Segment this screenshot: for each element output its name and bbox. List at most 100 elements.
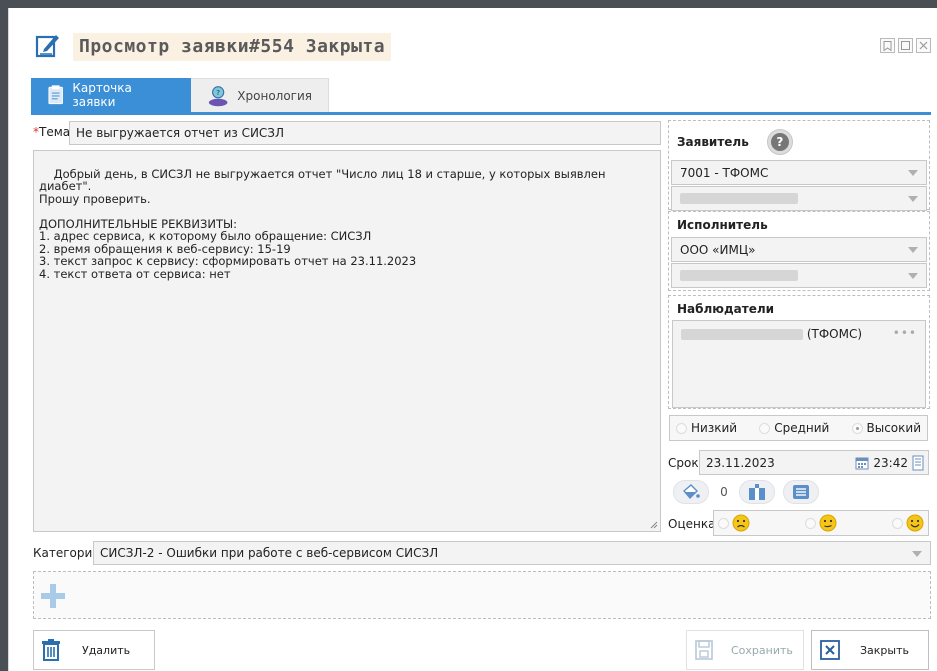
paint-bucket-icon bbox=[683, 484, 700, 500]
trash-icon bbox=[42, 639, 60, 661]
parcel-icon bbox=[749, 484, 765, 500]
paint-bucket-button[interactable] bbox=[673, 480, 709, 504]
bookmark-icon bbox=[883, 40, 892, 51]
save-label: Сохранить bbox=[731, 643, 793, 657]
save-button[interactable]: Сохранить bbox=[686, 630, 804, 670]
close-label: Закрыть bbox=[860, 643, 909, 657]
executor-org-select[interactable]: ООО «ИМЦ» bbox=[671, 237, 927, 262]
category-label: Категория bbox=[33, 546, 100, 560]
close-button[interactable]: Закрыть bbox=[811, 630, 929, 670]
applicant-org-select[interactable]: 7001 - ТФОМС bbox=[671, 160, 927, 185]
maximize-icon bbox=[901, 41, 910, 50]
action-icons-row: 0 bbox=[673, 480, 819, 504]
observer-org: (ТФОМС) bbox=[806, 327, 863, 341]
tab-underline bbox=[31, 112, 931, 115]
add-attachment-icon[interactable] bbox=[39, 582, 67, 610]
tab-chronology[interactable]: ? Хронология bbox=[191, 78, 329, 112]
attachments-area bbox=[33, 571, 931, 619]
title-bar: Просмотр заявки#554 Закрыта bbox=[9, 8, 937, 78]
more-options-icon[interactable]: ••• bbox=[893, 326, 917, 340]
chevron-down-icon bbox=[912, 551, 922, 557]
happy-face-icon bbox=[906, 514, 924, 532]
radio-icon bbox=[759, 422, 771, 434]
window-title: Просмотр заявки#554 Закрыта bbox=[73, 33, 392, 61]
request-window: Просмотр заявки#554 Закрыта Карточка зая… bbox=[8, 8, 937, 671]
save-icon bbox=[695, 640, 713, 660]
applicant-title: Заявитель bbox=[677, 135, 749, 149]
applicant-person-select[interactable] bbox=[671, 186, 927, 211]
priority-medium-radio[interactable]: Средний bbox=[759, 421, 829, 435]
deadline-time-group: 23:42 bbox=[855, 455, 924, 471]
priority-low-radio[interactable]: Низкий bbox=[676, 421, 737, 435]
observers-header: Наблюдатели bbox=[669, 296, 929, 318]
executor-person-select[interactable] bbox=[671, 263, 927, 288]
rating-neutral-radio[interactable] bbox=[805, 514, 837, 532]
rating-bad-radio[interactable] bbox=[718, 514, 750, 532]
deadline-field[interactable]: 23.11.2023 23:42 bbox=[699, 450, 929, 475]
radio-checked-icon bbox=[851, 422, 863, 434]
executor-header: Исполнитель bbox=[669, 212, 929, 236]
tab-bar: Карточка заявки ? Хронология bbox=[31, 78, 329, 112]
rating-label: Оценка bbox=[668, 517, 716, 531]
calendar-icon[interactable] bbox=[855, 456, 869, 470]
priority-high-label: Высокий bbox=[866, 421, 922, 435]
theme-input[interactable]: Не выгружается отчет из СИСЗЛ bbox=[69, 121, 661, 145]
applicant-group: Заявитель ? 7001 - ТФОМС bbox=[668, 120, 930, 211]
deadline-time: 23:42 bbox=[873, 456, 908, 470]
close-box-icon bbox=[820, 640, 840, 660]
priority-low-label: Низкий bbox=[691, 421, 738, 435]
list-view-button[interactable] bbox=[783, 480, 819, 504]
applicant-org-value: 7001 - ТФОМС bbox=[680, 165, 769, 180]
radio-icon bbox=[805, 517, 816, 529]
redacted-name bbox=[680, 193, 798, 204]
tab-request-card[interactable]: Карточка заявки bbox=[31, 78, 191, 112]
parcel-button[interactable] bbox=[739, 480, 775, 504]
tab-request-card-label: Карточка заявки bbox=[72, 81, 132, 109]
category-select[interactable]: СИСЗЛ-2 - Ошибки при работе с веб-сервис… bbox=[93, 541, 931, 565]
tab-chronology-label: Хронология bbox=[237, 88, 312, 103]
chevron-down-icon bbox=[908, 196, 918, 202]
priority-medium-label: Средний bbox=[774, 421, 830, 435]
window-controls bbox=[880, 38, 931, 53]
description-text: Добрый день, в СИСЗЛ не выгружается отче… bbox=[39, 166, 606, 281]
radio-icon bbox=[676, 422, 687, 434]
help-button[interactable]: ? bbox=[766, 129, 793, 155]
observers-group: Наблюдатели (ТФОМС) ••• bbox=[668, 295, 930, 409]
rating-radio-group bbox=[713, 510, 929, 536]
bookmark-button[interactable] bbox=[880, 38, 895, 53]
counter-value: 0 bbox=[720, 485, 728, 499]
help-icon: ? bbox=[770, 133, 789, 151]
rating-good-radio[interactable] bbox=[892, 514, 924, 532]
list-icon bbox=[793, 485, 809, 499]
observers-title: Наблюдатели bbox=[677, 302, 775, 316]
neutral-face-icon bbox=[819, 514, 837, 532]
time-picker-icon[interactable] bbox=[912, 455, 924, 471]
user-history-icon: ? bbox=[208, 85, 228, 106]
maximize-button[interactable] bbox=[898, 38, 913, 53]
svg-text:?: ? bbox=[216, 88, 220, 97]
description-textarea[interactable]: Добрый день, в СИСЗЛ не выгружается отче… bbox=[33, 150, 661, 532]
card-icon bbox=[48, 85, 63, 105]
redacted-name bbox=[680, 270, 798, 281]
observers-list[interactable]: (ТФОМС) ••• bbox=[672, 320, 926, 408]
resize-grip-icon[interactable] bbox=[650, 521, 658, 529]
chevron-down-icon bbox=[908, 170, 918, 176]
category-value: СИСЗЛ-2 - Ошибки при работе с веб-сервис… bbox=[100, 546, 439, 560]
delete-label: Удалить bbox=[82, 643, 131, 657]
priority-high-radio[interactable]: Высокий bbox=[851, 421, 922, 435]
radio-icon bbox=[892, 517, 903, 529]
chevron-down-icon bbox=[908, 273, 918, 279]
close-icon bbox=[919, 41, 928, 50]
radio-icon bbox=[718, 517, 729, 529]
close-window-button[interactable] bbox=[916, 38, 931, 53]
executor-group: Исполнитель ООО «ИМЦ» bbox=[668, 211, 930, 291]
executor-title: Исполнитель bbox=[677, 218, 768, 232]
theme-label-text: Тема bbox=[39, 125, 71, 139]
deadline-date: 23.11.2023 bbox=[706, 455, 775, 470]
chevron-down-icon bbox=[908, 247, 918, 253]
delete-button[interactable]: Удалить bbox=[33, 630, 155, 670]
redacted-name bbox=[681, 329, 803, 340]
executor-org-value: ООО «ИМЦ» bbox=[680, 242, 756, 257]
edit-document-icon bbox=[35, 35, 59, 58]
sad-face-icon bbox=[732, 514, 750, 532]
